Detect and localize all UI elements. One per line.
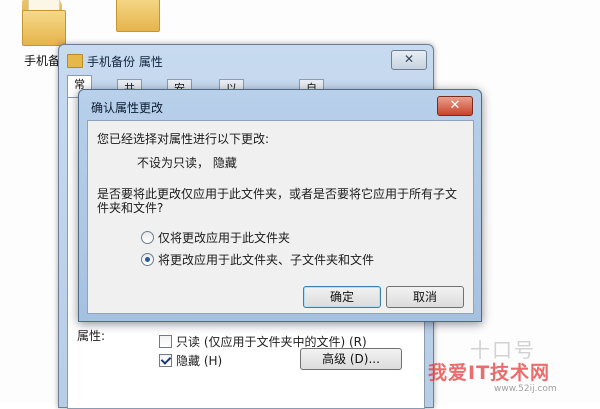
close-icon[interactable]: ✕ [391,50,427,70]
hidden-checkbox[interactable] [159,354,172,367]
watermark: 十口号 我爱IT技术网 www.52ij.com [428,334,598,400]
readonly-label: 只读 (仅应用于文件夹中的文件) (R) [176,335,367,349]
radio-all[interactable] [141,253,154,266]
dialog-body: 您已经选择对属性进行以下更改: 不设为只读， 隐藏 是否要将此更改仅应用于此文件… [87,120,474,314]
close-icon[interactable]: ✕ [437,96,473,116]
dialog-question-line2: 件夹和文件? [97,201,164,215]
cancel-button[interactable]: 取消 [386,286,464,308]
watermark-main: 我爱IT技术网 [428,362,551,384]
option-all-label: 将更改应用于此文件夹、子文件夹和文件 [158,253,375,267]
hidden-row[interactable]: 隐藏 (H) [159,352,222,369]
attributes-label: 属性: [77,329,106,343]
hidden-label: 隐藏 (H) [176,354,223,368]
option-folder-only[interactable]: 仅将更改应用于此文件夹 [141,229,290,246]
folder-icon [67,54,83,68]
properties-title: 手机备份 属性 [87,55,163,69]
folder-label[interactable]: 手机备 [24,52,60,69]
dialog-intro: 您已经选择对属性进行以下更改: [97,132,270,146]
ok-button[interactable]: 确定 [303,286,381,308]
dialog-title: 确认属性更改 [91,101,164,115]
confirm-dialog: 确认属性更改 ✕ 您已经选择对属性进行以下更改: 不设为只读， 隐藏 是否要将此… [78,89,482,322]
option-folder-only-label: 仅将更改应用于此文件夹 [158,231,291,245]
option-all[interactable]: 将更改应用于此文件夹、子文件夹和文件 [141,251,374,268]
readonly-checkbox[interactable] [159,335,172,348]
radio-folder-only[interactable] [141,231,154,244]
properties-titlebar[interactable]: 手机备份 属性 ✕ [59,45,433,75]
dialog-changes: 不设为只读， 隐藏 [137,156,237,170]
watermark-sub: www.52ij.com [494,384,557,394]
advanced-button[interactable]: 高级 (D)... [300,348,402,370]
